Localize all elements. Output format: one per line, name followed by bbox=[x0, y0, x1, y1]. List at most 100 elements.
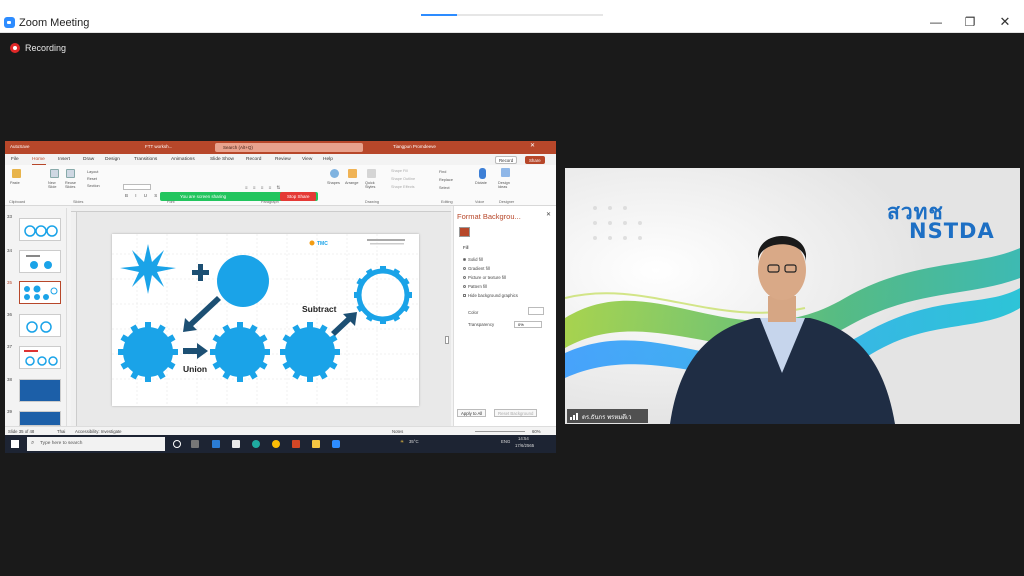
paragraph-buttons[interactable]: ≡ ≡ ≡ ≡ ⇅ bbox=[245, 185, 305, 190]
radio-gradient-fill[interactable] bbox=[463, 267, 466, 270]
language[interactable]: Thai bbox=[57, 429, 65, 434]
option-pattern-fill[interactable]: Pattern fill bbox=[468, 284, 487, 289]
autosave-label[interactable]: AutoSave bbox=[10, 144, 30, 149]
file-explorer-icon[interactable] bbox=[312, 440, 320, 448]
shape-outline-label[interactable]: Shape Outline bbox=[391, 177, 415, 181]
transparency-input[interactable]: 0% bbox=[514, 321, 542, 328]
slide-thumbnail-selected[interactable] bbox=[19, 281, 61, 304]
mail-icon[interactable] bbox=[212, 440, 220, 448]
fill-bucket-icon[interactable] bbox=[459, 227, 470, 237]
slide-number: 35 bbox=[7, 280, 13, 285]
quick-styles-icon[interactable] bbox=[367, 169, 376, 178]
chrome-icon[interactable] bbox=[272, 440, 280, 448]
slide-thumbnail[interactable] bbox=[19, 346, 61, 369]
dictate-label: Dictate bbox=[475, 181, 487, 185]
paste-icon[interactable] bbox=[12, 169, 21, 178]
color-picker-button[interactable] bbox=[528, 307, 544, 315]
cortana-icon[interactable] bbox=[173, 440, 181, 448]
option-gradient-fill[interactable]: Gradient fill bbox=[468, 266, 490, 271]
radio-pattern-fill[interactable] bbox=[463, 285, 466, 288]
fill-section-header[interactable]: Fill bbox=[463, 245, 469, 250]
arrange-icon[interactable] bbox=[348, 169, 357, 178]
tab-record[interactable]: Record bbox=[246, 157, 261, 162]
slide-number: 39 bbox=[7, 409, 13, 414]
section-label[interactable]: Section bbox=[87, 184, 100, 188]
slide-editor[interactable]: Subtract Union TMC bbox=[71, 206, 451, 426]
option-picture-fill[interactable]: Picture or texture fill bbox=[468, 275, 506, 280]
notes-button[interactable]: Notes bbox=[392, 429, 403, 434]
tab-animations[interactable]: Animations bbox=[171, 157, 195, 162]
record-button[interactable]: Record bbox=[495, 156, 518, 164]
tab-transitions[interactable]: Transitions bbox=[134, 157, 157, 162]
tab-review[interactable]: Review bbox=[275, 157, 291, 162]
format-background-pane[interactable]: Format Backgrou... ✕ Fill Solid fill Gra… bbox=[453, 206, 556, 426]
slide-thumbnail[interactable] bbox=[19, 250, 61, 273]
share-button[interactable]: Share bbox=[525, 156, 545, 164]
option-solid-fill[interactable]: Solid fill bbox=[468, 257, 483, 262]
slide-thumbnail[interactable] bbox=[19, 314, 61, 337]
input-language[interactable]: ENG bbox=[501, 439, 510, 444]
shape-effects-label[interactable]: Shape Effects bbox=[391, 185, 415, 189]
tab-slide-show[interactable]: Slide Show bbox=[210, 157, 234, 162]
new-slide-icon[interactable] bbox=[50, 169, 59, 178]
tab-help[interactable]: Help bbox=[323, 157, 333, 162]
clock-date[interactable]: 17/6/2565 bbox=[515, 443, 534, 448]
slide-thumbnails-pane[interactable]: 33 34 35 36 37 38 39 bbox=[5, 208, 67, 426]
pp-close-icon[interactable]: ✕ bbox=[530, 142, 535, 149]
find-label[interactable]: Find bbox=[439, 170, 446, 174]
task-view-icon[interactable] bbox=[191, 440, 199, 448]
zoom-level[interactable]: 60% bbox=[532, 429, 541, 434]
tab-home[interactable]: Home bbox=[32, 157, 45, 162]
group-editing: Editing bbox=[441, 200, 453, 204]
zoom-slider[interactable] bbox=[475, 431, 525, 432]
slide-thumbnail[interactable] bbox=[19, 379, 61, 402]
minimize-button[interactable]: — bbox=[926, 14, 946, 30]
accessibility-status[interactable]: Accessibility: Investigate bbox=[75, 429, 122, 434]
taskbar-search[interactable]: ⌕ Type here to search bbox=[27, 437, 165, 451]
participant-name: ดร.ธันกร พรหมดีเว bbox=[582, 415, 632, 421]
apply-to-all-button[interactable]: Apply to All bbox=[457, 409, 487, 417]
shape-fill-label[interactable]: Shape Fill bbox=[391, 169, 408, 173]
shared-screen[interactable]: AutoSave FTT worksh... Search (Alt+Q) Ti… bbox=[5, 141, 556, 453]
microphone-icon[interactable] bbox=[479, 168, 486, 179]
pane-close-icon[interactable]: ✕ bbox=[546, 211, 551, 218]
option-hide-background[interactable]: Hide background graphics bbox=[468, 293, 518, 298]
select-label[interactable]: Select bbox=[439, 186, 450, 190]
top-progress-bar bbox=[421, 14, 603, 16]
reset-background-button[interactable]: Reset Background bbox=[494, 409, 538, 417]
tab-file[interactable]: File bbox=[11, 157, 19, 162]
vertical-scrollbar-thumb[interactable] bbox=[445, 336, 449, 344]
designer-icon[interactable] bbox=[501, 168, 510, 177]
tab-design[interactable]: Design bbox=[105, 157, 120, 162]
slide-thumbnail[interactable] bbox=[19, 411, 61, 426]
close-button[interactable]: ✕ bbox=[995, 14, 1015, 30]
zoom-taskbar-icon[interactable] bbox=[332, 440, 340, 448]
app-icon[interactable] bbox=[232, 440, 240, 448]
edge-icon[interactable] bbox=[252, 440, 260, 448]
layout-label[interactable]: Layout bbox=[87, 170, 98, 174]
tab-insert[interactable]: Insert bbox=[58, 157, 70, 162]
right-arrow-shape bbox=[183, 343, 208, 359]
stop-share-button[interactable]: Stop Share bbox=[280, 192, 316, 201]
current-slide[interactable]: Subtract Union TMC bbox=[112, 234, 419, 406]
slide-thumbnail[interactable] bbox=[19, 218, 61, 241]
font-name-box[interactable] bbox=[123, 184, 151, 190]
reset-label[interactable]: Reset bbox=[87, 177, 97, 181]
tab-draw[interactable]: Draw bbox=[83, 157, 94, 162]
checkbox-hide-background[interactable] bbox=[463, 294, 466, 297]
powerpoint-search[interactable]: Search (Alt+Q) bbox=[215, 143, 363, 152]
restore-button[interactable]: ❐ bbox=[960, 14, 980, 30]
radio-picture-fill[interactable] bbox=[463, 276, 466, 279]
clock-time[interactable]: 14:54 bbox=[518, 436, 529, 441]
powerpoint-titlebar: AutoSave FTT worksh... Search (Alt+Q) Ti… bbox=[5, 141, 556, 154]
replace-label[interactable]: Replace bbox=[439, 178, 453, 182]
powerpoint-icon[interactable] bbox=[292, 440, 300, 448]
windows-start-icon[interactable] bbox=[11, 440, 19, 448]
weather-temp[interactable]: 35°C bbox=[409, 439, 419, 444]
shapes-icon[interactable] bbox=[330, 169, 339, 178]
radio-solid-fill[interactable] bbox=[463, 258, 466, 261]
tab-view[interactable]: View bbox=[302, 157, 312, 162]
recording-indicator[interactable]: Recording bbox=[10, 42, 66, 54]
slide-logo: TMC bbox=[317, 241, 328, 247]
reuse-slides-icon[interactable] bbox=[66, 169, 75, 178]
